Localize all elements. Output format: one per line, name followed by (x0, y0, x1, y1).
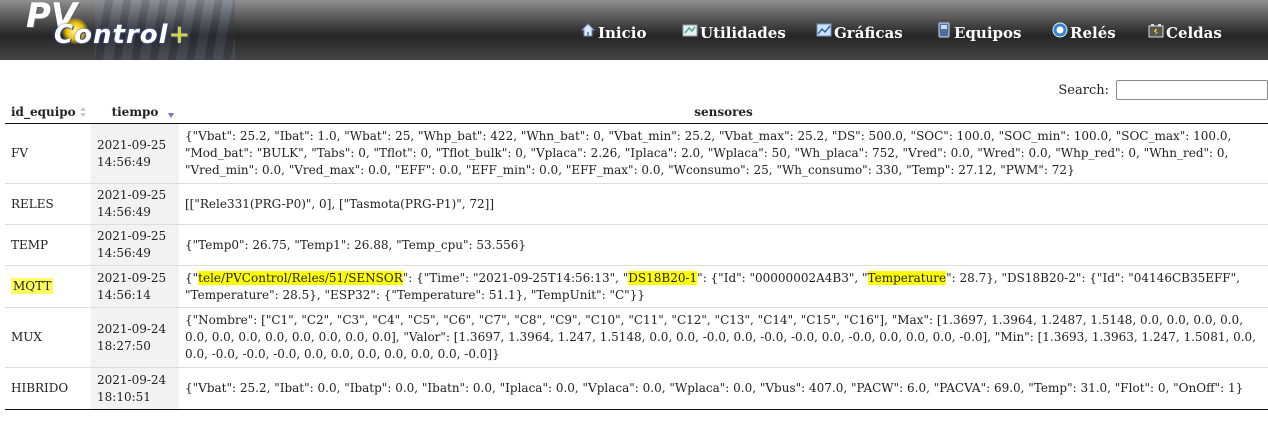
cell-sensores: [["Rele331(PRG-P0)", 0], ["Tasmota(PRG-P… (179, 183, 1268, 225)
cell-id-equipo: MUX (5, 307, 91, 368)
cell-id-equipo: MQTT (5, 265, 91, 308)
cell-tiempo: 2021-09-25 14:56:49 (91, 224, 179, 266)
cell-sensores: {"tele/PVControl/Reles/51/SENSOR": {"Tim… (179, 265, 1268, 308)
battery-icon (1148, 24, 1164, 38)
cell-sensores: {"Vbat": 25.2, "Ibat": 1.0, "Wbat": 25, … (179, 123, 1268, 184)
table-header-row: id_equipo tiempo sensores (5, 101, 1268, 124)
device-icon (938, 22, 950, 38)
chart-icon (816, 23, 832, 37)
cell-tiempo: 2021-09-24 18:10:51 (91, 367, 179, 410)
table-row[interactable]: MQTT 2021-09-25 14:56:14 {"tele/PVControl… (5, 265, 1268, 308)
top-banner: PV Control+ Inicio Utilidades Gráficas E… (0, 0, 1268, 60)
cell-id-equipo: TEMP (5, 224, 91, 266)
search-input[interactable] (1116, 80, 1268, 100)
nav-label: Equipos (954, 24, 1022, 42)
search-box: Search: (1058, 80, 1268, 100)
cell-tiempo: 2021-09-25 14:56:49 (91, 123, 179, 184)
table-row[interactable]: TEMP 2021-09-25 14:56:49 {"Temp0": 26.75,… (5, 224, 1268, 266)
logo-control-text: Control+ (54, 20, 192, 50)
sort-desc-icon (168, 113, 174, 118)
search-label: Search: (1058, 82, 1109, 98)
nav-inicio[interactable]: Inicio (580, 23, 647, 42)
nav-celdas[interactable]: Celdas (1148, 24, 1222, 42)
highlight-topic: tele/PVControl/Reles/51/SENSOR (198, 270, 403, 285)
cell-tiempo: 2021-09-24 18:27:50 (91, 307, 179, 368)
cell-sensores: {"Temp0": 26.75, "Temp1": 26.88, "Temp_c… (179, 224, 1268, 266)
nav-label: Gráficas (834, 24, 903, 42)
nav-label: Celdas (1166, 24, 1222, 42)
table-row[interactable]: MUX 2021-09-24 18:27:50 {"Nombre": ["C1",… (5, 307, 1268, 368)
relay-icon (1052, 22, 1068, 38)
table-row[interactable]: HIBRIDO 2021-09-24 18:10:51 {"Vbat": 25.2… (5, 367, 1268, 410)
utilities-icon (682, 24, 698, 37)
main-nav: Inicio Utilidades Gráficas Equipos Relés… (580, 22, 1260, 54)
nav-utilidades[interactable]: Utilidades (682, 24, 786, 42)
nav-reles[interactable]: Relés (1052, 22, 1116, 42)
nav-graficas[interactable]: Gráficas (816, 23, 903, 42)
highlight-sensor: DS18B20-1 (628, 270, 698, 285)
column-header-id-equipo[interactable]: id_equipo (5, 101, 91, 124)
sort-both-icon (80, 107, 86, 117)
nav-label: Relés (1070, 24, 1116, 42)
cell-id-equipo: RELES (5, 183, 91, 225)
cell-id-equipo: FV (5, 123, 91, 184)
cell-tiempo: 2021-09-25 14:56:49 (91, 183, 179, 225)
nav-label: Inicio (598, 24, 647, 42)
highlight-temperature: Temperature (867, 270, 947, 285)
nav-equipos[interactable]: Equipos (936, 22, 1022, 42)
column-header-tiempo[interactable]: tiempo (91, 101, 179, 124)
column-header-sensores[interactable]: sensores (179, 101, 1268, 124)
cell-tiempo: 2021-09-25 14:56:14 (91, 265, 179, 308)
cell-sensores: {"Nombre": ["C1", "C2", "C3", "C4", "C5"… (179, 307, 1268, 368)
cell-sensores: {"Vbat": 25.2, "Ibat": 0.0, "Ibatp": 0.0… (179, 367, 1268, 410)
sensors-table: id_equipo tiempo sensores FV 2021-09-25 1… (5, 101, 1268, 410)
table-row[interactable]: FV 2021-09-25 14:56:49 {"Vbat": 25.2, "Ib… (5, 123, 1268, 184)
pvcontrol-logo[interactable]: PV Control+ (20, 0, 200, 56)
nav-label: Utilidades (700, 24, 786, 42)
table-row[interactable]: RELES 2021-09-25 14:56:49 [["Rele331(PRG-… (5, 183, 1268, 225)
cell-id-equipo: HIBRIDO (5, 367, 91, 410)
home-icon (580, 23, 596, 37)
